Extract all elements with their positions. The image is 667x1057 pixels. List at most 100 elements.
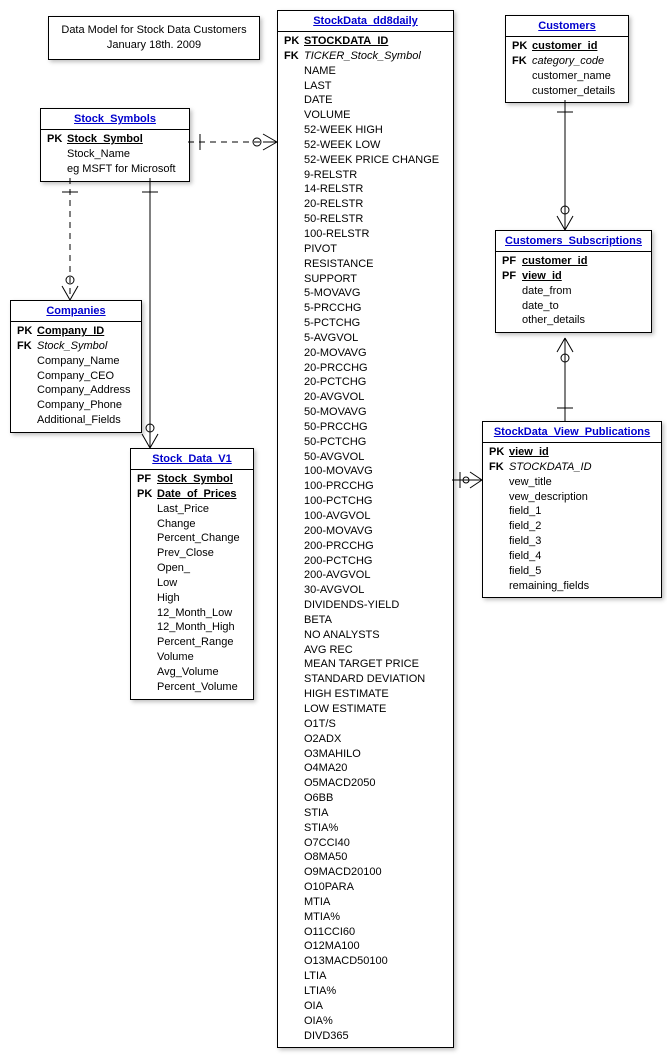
attr-row: 50-MOVAVG bbox=[278, 405, 453, 420]
attr-prefix bbox=[284, 138, 304, 153]
attr-name: STOCKDATA_ID bbox=[509, 460, 655, 475]
attr-name: AVG REC bbox=[304, 643, 447, 658]
attr-name: O9MACD20100 bbox=[304, 865, 447, 880]
attr-row: field_3 bbox=[483, 534, 661, 549]
attr-prefix bbox=[17, 383, 37, 398]
attr-prefix bbox=[17, 413, 37, 428]
attr-row: Company_Address bbox=[11, 383, 141, 398]
attr-name: Percent_Change bbox=[157, 531, 247, 546]
attr-row: 12_Month_Low bbox=[131, 606, 253, 621]
attr-prefix bbox=[284, 657, 304, 672]
attr-name: Stock_Symbol bbox=[157, 472, 247, 487]
attr-name: O1T/S bbox=[304, 717, 447, 732]
attr-name: DATE bbox=[304, 93, 447, 108]
attr-prefix bbox=[284, 108, 304, 123]
attr-name: date_to bbox=[522, 299, 645, 314]
attr-name: LAST bbox=[304, 79, 447, 94]
attr-name: field_5 bbox=[509, 564, 655, 579]
attr-prefix bbox=[284, 153, 304, 168]
attr-row: LTIA bbox=[278, 969, 453, 984]
attr-name: OIA bbox=[304, 999, 447, 1014]
attr-prefix bbox=[137, 620, 157, 635]
attr-row: 5-MOVAVG bbox=[278, 286, 453, 301]
attr-prefix bbox=[284, 672, 304, 687]
attr-name: DIVD365 bbox=[304, 1029, 447, 1044]
attr-prefix bbox=[284, 702, 304, 717]
attr-prefix bbox=[137, 531, 157, 546]
rel-customers-subscriptions bbox=[557, 100, 573, 230]
attr-prefix bbox=[137, 635, 157, 650]
attr-row: PKDate_of_Prices bbox=[131, 487, 253, 502]
attr-prefix bbox=[489, 519, 509, 534]
attr-prefix bbox=[284, 791, 304, 806]
attr-prefix bbox=[17, 398, 37, 413]
rel-stocksymbols-stockdatav1 bbox=[142, 178, 158, 448]
attr-row: O4MA20 bbox=[278, 761, 453, 776]
attr-row: 100-RELSTR bbox=[278, 227, 453, 242]
attr-row: RESISTANCE bbox=[278, 257, 453, 272]
attr-row: field_1 bbox=[483, 504, 661, 519]
attr-name: 30-AVGVOL bbox=[304, 583, 447, 598]
attr-name: 5-AVGVOL bbox=[304, 331, 447, 346]
attr-row: FKSTOCKDATA_ID bbox=[483, 460, 661, 475]
attr-name: 50-MOVAVG bbox=[304, 405, 447, 420]
attr-row: O6BB bbox=[278, 791, 453, 806]
attr-name: O4MA20 bbox=[304, 761, 447, 776]
attr-name: 52-WEEK PRICE CHANGE bbox=[304, 153, 447, 168]
attr-name: Additional_Fields bbox=[37, 413, 135, 428]
attr-name: other_details bbox=[522, 313, 645, 328]
attr-prefix bbox=[284, 999, 304, 1014]
attr-prefix bbox=[284, 257, 304, 272]
attr-prefix bbox=[284, 850, 304, 865]
attr-prefix bbox=[284, 123, 304, 138]
attr-name: field_1 bbox=[509, 504, 655, 519]
entity-attrs: PKcustomer_idFKcategory_codecustomer_nam… bbox=[506, 37, 628, 102]
attr-row: OIA bbox=[278, 999, 453, 1014]
attr-row: Company_Phone bbox=[11, 398, 141, 413]
attr-row: O3MAHILO bbox=[278, 747, 453, 762]
attr-prefix bbox=[502, 299, 522, 314]
attr-name: 20-MOVAVG bbox=[304, 346, 447, 361]
attr-row: Low bbox=[131, 576, 253, 591]
attr-prefix: PK bbox=[47, 132, 67, 147]
attr-row: Stock_Name bbox=[41, 147, 189, 162]
attr-name: 50-PRCCHG bbox=[304, 420, 447, 435]
attr-name: 100-PRCCHG bbox=[304, 479, 447, 494]
entity-attrs: PKStock_SymbolStock_Nameeg MSFT for Micr… bbox=[41, 130, 189, 181]
entity-header: StockData_View_Publications bbox=[483, 422, 661, 443]
attr-name: Company_Phone bbox=[37, 398, 135, 413]
attr-row: O7CCI40 bbox=[278, 836, 453, 851]
attr-row: LTIA% bbox=[278, 984, 453, 999]
attr-name: O5MACD2050 bbox=[304, 776, 447, 791]
attr-name: remaining_fields bbox=[509, 579, 655, 594]
attr-row: other_details bbox=[496, 313, 651, 328]
attr-row: 100-PCTCHG bbox=[278, 494, 453, 509]
attr-row: SUPPORT bbox=[278, 272, 453, 287]
attr-name: 20-AVGVOL bbox=[304, 390, 447, 405]
attr-name: 20-PRCCHG bbox=[304, 361, 447, 376]
rel-viewpub-subscriptions bbox=[557, 338, 573, 421]
entity-companies: Companies PKCompany_IDFKStock_SymbolComp… bbox=[10, 300, 142, 433]
attr-row: O10PARA bbox=[278, 880, 453, 895]
attr-prefix bbox=[489, 504, 509, 519]
attr-prefix bbox=[284, 583, 304, 598]
attr-name: OIA% bbox=[304, 1014, 447, 1029]
attr-name: VOLUME bbox=[304, 108, 447, 123]
attr-row: field_5 bbox=[483, 564, 661, 579]
attr-name: Stock_Name bbox=[67, 147, 183, 162]
attr-name: 12_Month_Low bbox=[157, 606, 247, 621]
rel-stocksymbols-companies bbox=[62, 178, 78, 300]
attr-name: Prev_Close bbox=[157, 546, 247, 561]
attr-name: 5-MOVAVG bbox=[304, 286, 447, 301]
attr-prefix bbox=[47, 162, 67, 177]
attr-prefix bbox=[284, 613, 304, 628]
attr-name: 200-AVGVOL bbox=[304, 568, 447, 583]
attr-row: LOW ESTIMATE bbox=[278, 702, 453, 717]
attr-prefix bbox=[284, 1014, 304, 1029]
attr-row: DIVIDENDS-YIELD bbox=[278, 598, 453, 613]
attr-name: RESISTANCE bbox=[304, 257, 447, 272]
attr-row: PFStock_Symbol bbox=[131, 472, 253, 487]
attr-name: MEAN TARGET PRICE bbox=[304, 657, 447, 672]
attr-prefix bbox=[137, 576, 157, 591]
attr-name: O2ADX bbox=[304, 732, 447, 747]
